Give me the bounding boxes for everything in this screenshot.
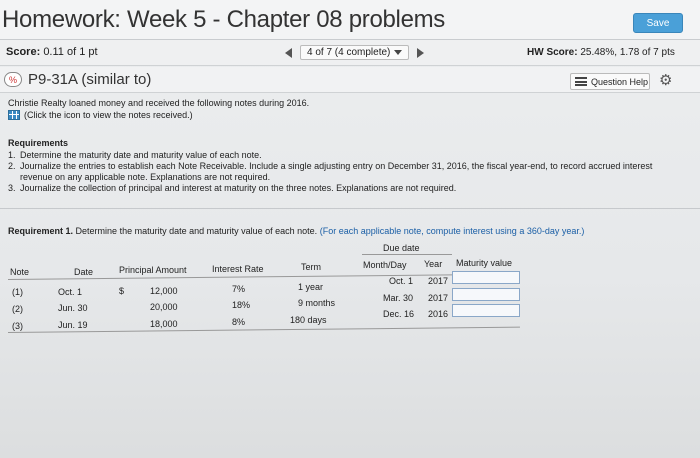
- requirement-item: 1. Determine the maturity date and matur…: [8, 150, 668, 161]
- col-header-maturity: Maturity value: [456, 258, 513, 268]
- next-question-icon[interactable]: [417, 47, 425, 58]
- col-header-date: Date: [74, 267, 94, 277]
- row1-principal: 12,000: [150, 286, 178, 296]
- score-bar: Score: 0.11 of 1 pt 4 of 7 (4 complete) …: [0, 40, 700, 66]
- requirement-text: Determine the maturity date and maturity…: [20, 150, 262, 160]
- page-header: Homework: Week 5 - Chapter 08 problems S…: [0, 0, 700, 40]
- intro-text: Christie Realty loaned money and receive…: [8, 98, 310, 108]
- requirement-number: 2.: [8, 161, 16, 171]
- requirement-number: 3.: [8, 183, 16, 193]
- requirement-1-note: (For each applicable note, compute inter…: [319, 226, 585, 236]
- row1-rate: 7%: [232, 284, 246, 294]
- row3-maturity-input[interactable]: [452, 304, 520, 317]
- row3-rate: 8%: [232, 317, 246, 327]
- question-bar: % P9-31A (similar to) Question Help ⚙: [0, 67, 700, 93]
- requirement-1-label: Requirement 1.: [8, 226, 74, 236]
- row1-date: Oct. 1: [58, 287, 83, 297]
- score-value: 0.11 of 1 pt: [43, 46, 98, 58]
- col-header-monthday: Month/Day: [363, 260, 407, 270]
- col-header-principal: Principal Amount: [119, 265, 187, 275]
- notes-link[interactable]: (Click the icon to view the notes receiv…: [8, 110, 193, 120]
- requirement-1-prompt: Requirement 1. Determine the maturity da…: [8, 226, 584, 236]
- requirement-text: Journalize the entries to establish each…: [20, 161, 653, 182]
- notes-link-label: (Click the icon to view the notes receiv…: [24, 110, 193, 120]
- due-date-header: Due date: [383, 243, 420, 253]
- question-help-label: Question Help: [591, 76, 649, 87]
- row2-rate: 18%: [232, 300, 251, 310]
- row2-note: (2): [12, 304, 23, 314]
- question-status-icon: %: [4, 72, 22, 87]
- row3-year: 2016: [428, 309, 449, 319]
- row1-monthday: Oct. 1: [389, 276, 414, 286]
- hw-score-value: 25.48%, 1.78 of 7 pts: [580, 47, 675, 58]
- row2-principal: 20,000: [150, 302, 178, 312]
- previous-question-icon[interactable]: [285, 47, 292, 58]
- grid-icon[interactable]: [8, 110, 20, 120]
- col-header-rate: Interest Rate: [212, 264, 264, 274]
- question-select[interactable]: 4 of 7 (4 complete): [300, 45, 410, 60]
- row1-year: 2017: [428, 276, 449, 286]
- col-header-term: Term: [301, 262, 321, 272]
- question-select-label: 4 of 7 (4 complete): [307, 47, 391, 58]
- row3-note: (3): [12, 321, 23, 331]
- hw-score-label: HW Score:: [527, 47, 578, 58]
- due-date-underline: [362, 254, 452, 255]
- score: Score: 0.11 of 1 pt: [6, 46, 98, 58]
- score-label: Score:: [6, 46, 41, 58]
- row2-year: 2017: [428, 293, 449, 303]
- row3-principal: 18,000: [150, 319, 178, 329]
- row3-monthday: Dec. 16: [383, 309, 415, 319]
- row1-term: 1 year: [298, 282, 324, 292]
- row1-currency: $: [119, 286, 125, 296]
- requirement-item: 3. Journalize the collection of principa…: [8, 183, 668, 194]
- row2-monthday: Mar. 30: [383, 293, 414, 303]
- requirement-text: Journalize the collection of principal a…: [20, 183, 457, 193]
- requirements-heading: Requirements: [8, 138, 69, 148]
- col-header-note: Note: [10, 267, 30, 277]
- question-help-button[interactable]: Question Help: [570, 73, 650, 90]
- screen: Homework: Week 5 - Chapter 08 problems S…: [0, 0, 700, 458]
- row3-term: 180 days: [290, 315, 327, 325]
- question-pager: 4 of 7 (4 complete): [285, 45, 425, 60]
- row2-maturity-input[interactable]: [452, 288, 520, 301]
- requirement-item: 2. Journalize the entries to establish e…: [8, 161, 668, 183]
- row1-maturity-input[interactable]: [452, 271, 520, 284]
- list-icon: [575, 77, 587, 86]
- gear-icon[interactable]: ⚙: [659, 71, 672, 89]
- row2-term: 9 months: [298, 298, 336, 308]
- requirement-number: 1.: [8, 150, 16, 160]
- row2-date: Jun. 30: [58, 303, 88, 313]
- requirement-1-text: Determine the maturity date and maturity…: [75, 226, 318, 236]
- save-button[interactable]: Save: [633, 13, 683, 33]
- hw-score: HW Score: 25.48%, 1.78 of 7 pts: [527, 47, 675, 58]
- row1-note: (1): [12, 287, 23, 297]
- row3-date: Jun. 19: [58, 320, 88, 330]
- question-title: P9-31A (similar to): [28, 71, 152, 88]
- requirements-list: 1. Determine the maturity date and matur…: [8, 150, 668, 194]
- section-divider: [0, 208, 700, 209]
- chevron-down-icon: [394, 50, 403, 55]
- page-title: Homework: Week 5 - Chapter 08 problems: [2, 6, 446, 33]
- col-header-year: Year: [424, 259, 443, 269]
